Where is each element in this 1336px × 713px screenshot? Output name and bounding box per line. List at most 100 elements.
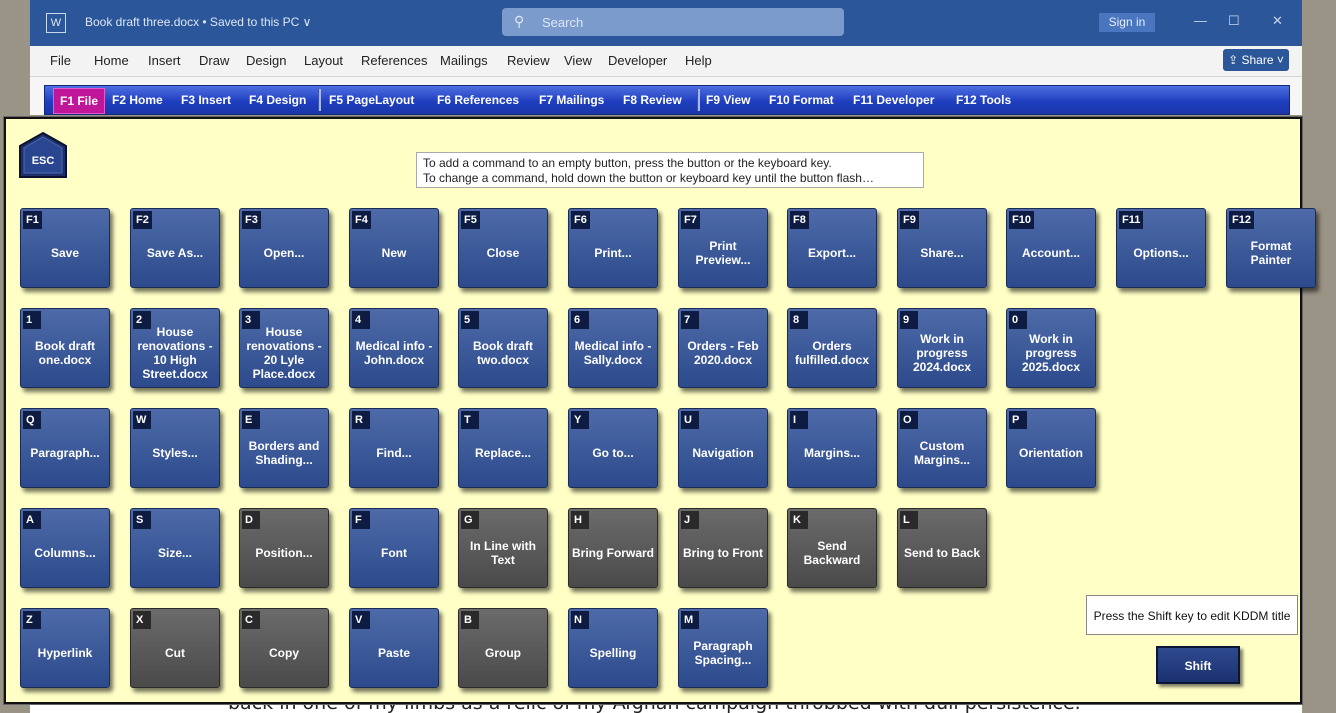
ftab-mailings[interactable]: F7 Mailings <box>539 93 604 107</box>
ftab-format[interactable]: F10 Format <box>769 93 834 107</box>
key-button-f11[interactable]: F11 Options... <box>1116 208 1206 288</box>
key-button-f2[interactable]: F2 Save As... <box>130 208 220 288</box>
menu-layout[interactable]: Layout <box>304 53 343 68</box>
ftab-pagelayout[interactable]: F5 PageLayout <box>329 93 414 107</box>
key-button-s[interactable]: S Size... <box>130 508 220 588</box>
key-button-h[interactable]: H Bring Forward <box>568 508 658 588</box>
ftab-review[interactable]: F8 Review <box>623 93 682 107</box>
shift-button[interactable]: Shift <box>1156 646 1240 684</box>
key-command: Close <box>486 246 520 260</box>
key-command: Paragraph... <box>30 446 100 460</box>
ftab-tools[interactable]: F12 Tools <box>956 93 1011 107</box>
menu-mailings[interactable]: Mailings <box>440 53 488 68</box>
key-command: Navigation <box>692 446 754 460</box>
key-button-f4[interactable]: F4 New <box>349 208 439 288</box>
key-button-m[interactable]: M Paragraph Spacing... <box>678 608 768 688</box>
key-button-f3[interactable]: F3 Open... <box>239 208 329 288</box>
ftab-home[interactable]: F2 Home <box>112 93 163 107</box>
key-button-f12[interactable]: F12 Format Painter <box>1226 208 1316 288</box>
key-button-u[interactable]: U Navigation <box>678 408 768 488</box>
key-command: Orders fulfilled.docx <box>794 339 869 367</box>
key-button-e[interactable]: E Borders and Shading... <box>239 408 329 488</box>
menu-insert[interactable]: Insert <box>148 53 181 68</box>
key-label: P <box>1009 411 1027 429</box>
menu-developer[interactable]: Developer <box>608 53 667 68</box>
key-button-a[interactable]: A Columns... <box>20 508 110 588</box>
key-label: H <box>571 511 589 529</box>
key-button-9[interactable]: 9 Work in progress 2024.docx <box>897 308 987 388</box>
key-button-7[interactable]: 7 Orders - Feb 2020.docx <box>678 308 768 388</box>
menu-view[interactable]: View <box>564 53 592 68</box>
key-button-f5[interactable]: F5 Close <box>458 208 548 288</box>
search-placeholder: Search <box>542 15 584 30</box>
key-button-q[interactable]: Q Paragraph... <box>20 408 110 488</box>
key-label: F2 <box>133 211 152 229</box>
key-button-f10[interactable]: F10 Account... <box>1006 208 1096 288</box>
menu-file[interactable]: File <box>50 53 71 68</box>
ftab-references[interactable]: F6 References <box>437 93 519 107</box>
key-button-4[interactable]: 4 Medical info - John.docx <box>349 308 439 388</box>
key-button-f[interactable]: F Font <box>349 508 439 588</box>
key-button-y[interactable]: Y Go to... <box>568 408 658 488</box>
key-button-f6[interactable]: F6 Print... <box>568 208 658 288</box>
document-title[interactable]: Book draft three.docx • Saved to this PC… <box>85 15 311 29</box>
key-button-8[interactable]: 8 Orders fulfilled.docx <box>787 308 877 388</box>
key-button-k[interactable]: K Send Backward <box>787 508 877 588</box>
key-button-f8[interactable]: F8 Export... <box>787 208 877 288</box>
key-button-1[interactable]: 1 Book draft one.docx <box>20 308 110 388</box>
key-button-3[interactable]: 3 House renovations - 20 Lyle Place.docx <box>239 308 329 388</box>
share-button[interactable]: ⇪ Share ˅ <box>1223 49 1289 71</box>
key-button-o[interactable]: O Custom Margins... <box>897 408 987 488</box>
key-label: 5 <box>461 311 479 329</box>
key-button-j[interactable]: J Bring to Front <box>678 508 768 588</box>
key-button-i[interactable]: I Margins... <box>787 408 877 488</box>
key-button-f7[interactable]: F7 Print Preview... <box>678 208 768 288</box>
key-button-0[interactable]: 0 Work in progress 2025.docx <box>1006 308 1096 388</box>
menu-design[interactable]: Design <box>246 53 286 68</box>
search-box[interactable]: ⚲ Search <box>502 8 844 36</box>
key-label: O <box>900 411 918 429</box>
key-button-f1[interactable]: F1 Save <box>20 208 110 288</box>
ftab-insert[interactable]: F3 Insert <box>181 93 231 107</box>
key-label: S <box>133 511 151 529</box>
ftab-view[interactable]: F9 View <box>706 93 750 107</box>
esc-button[interactable]: ESC <box>18 131 68 181</box>
key-button-c[interactable]: C Copy <box>239 608 329 688</box>
menu-references[interactable]: References <box>361 53 427 68</box>
key-button-v[interactable]: V Paste <box>349 608 439 688</box>
menu-home[interactable]: Home <box>94 53 129 68</box>
key-command: Send to Back <box>903 546 981 560</box>
key-command: Save As... <box>146 246 204 260</box>
key-label: K <box>790 511 808 529</box>
key-button-5[interactable]: 5 Book draft two.docx <box>458 308 548 388</box>
ftab-design[interactable]: F4 Design <box>249 93 306 107</box>
maximize-button[interactable]: ☐ <box>1228 13 1240 29</box>
key-button-l[interactable]: L Send to Back <box>897 508 987 588</box>
key-button-w[interactable]: W Styles... <box>130 408 220 488</box>
menu-help[interactable]: Help <box>685 53 712 68</box>
key-button-f9[interactable]: F9 Share... <box>897 208 987 288</box>
key-button-b[interactable]: B Group <box>458 608 548 688</box>
menu-draw[interactable]: Draw <box>199 53 229 68</box>
key-label: N <box>571 611 589 629</box>
key-button-r[interactable]: R Find... <box>349 408 439 488</box>
key-button-t[interactable]: T Replace... <box>458 408 548 488</box>
key-button-p[interactable]: P Orientation <box>1006 408 1096 488</box>
key-button-d[interactable]: D Position... <box>239 508 329 588</box>
sign-in-button[interactable]: Sign in <box>1099 13 1155 32</box>
key-button-z[interactable]: Z Hyperlink <box>20 608 110 688</box>
key-button-6[interactable]: 6 Medical info - Sally.docx <box>568 308 658 388</box>
key-button-g[interactable]: G In Line with Text <box>458 508 548 588</box>
key-label: 6 <box>571 311 589 329</box>
menu-review[interactable]: Review <box>507 53 550 68</box>
key-button-x[interactable]: X Cut <box>130 608 220 688</box>
key-button-n[interactable]: N Spelling <box>568 608 658 688</box>
minimize-button[interactable]: — <box>1194 13 1207 28</box>
key-button-2[interactable]: 2 House renovations - 10 High Street.docx <box>130 308 220 388</box>
ftab-developer[interactable]: F11 Developer <box>853 93 934 107</box>
key-command: Work in progress 2024.docx <box>912 332 972 374</box>
ftab-file[interactable]: F1 File <box>53 88 106 114</box>
key-command: Bring Forward <box>571 546 654 560</box>
shift-hint: Press the Shift key to edit KDDM title <box>1086 595 1298 635</box>
close-window-button[interactable]: ✕ <box>1272 13 1283 29</box>
